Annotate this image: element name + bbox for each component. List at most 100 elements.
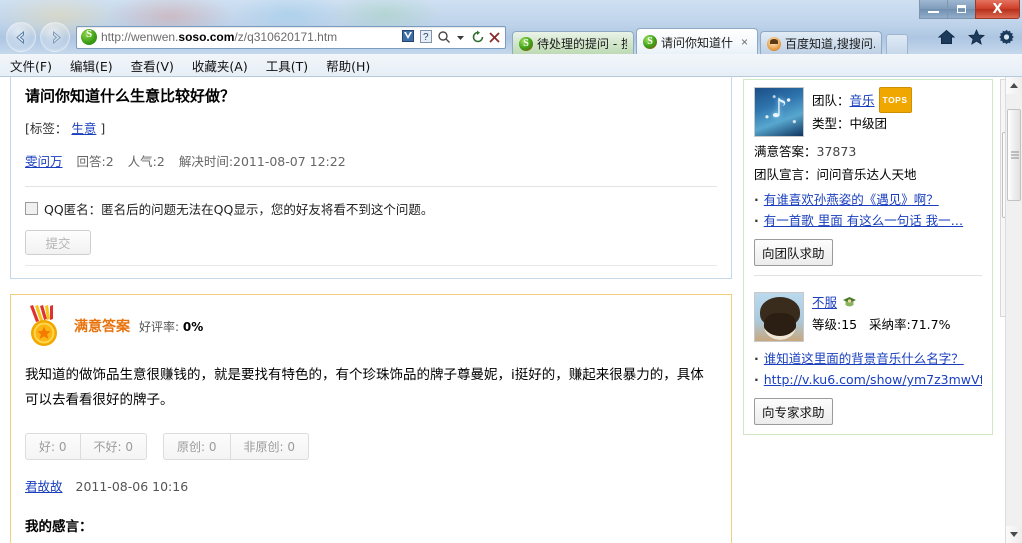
answer-header: 满意答案 好评率: 0% — [25, 305, 717, 347]
star-icon[interactable] — [966, 27, 986, 47]
divider — [25, 186, 717, 187]
team-box: 团队：音乐TOPS 类型：中级团 满意答案：37873 团队宣言：问问音乐达人天… — [743, 79, 993, 286]
refresh-icon[interactable] — [469, 29, 486, 46]
expert-user-avatar — [754, 292, 804, 342]
vote-not-original-button[interactable]: 非原创: 0 — [229, 434, 309, 459]
tag-label: [标签： — [25, 121, 68, 136]
view-count: 人气:2 — [127, 154, 165, 169]
scroll-up-arrow[interactable] — [1006, 77, 1022, 94]
team-music-avatar — [754, 87, 804, 137]
maximize-button[interactable] — [947, 0, 976, 19]
anonymous-checkbox[interactable] — [25, 202, 38, 215]
menu-item-favorites[interactable]: 收藏夹(A) — [192, 56, 248, 75]
submit-button[interactable]: 提交 — [25, 230, 91, 255]
tops-badge: TOPS — [878, 87, 912, 113]
url-text: http://wenwen.soso.com/z/q310620171.htm — [101, 30, 338, 44]
menu-item-tools[interactable]: 工具(T) — [266, 56, 308, 75]
best-answer-panel: 满意答案 好评率: 0% 我知道的做饰品生意很赚钱的，就是要找有特色的，有个珍珠… — [10, 294, 732, 543]
navigation-toolbar: http://wenwen.soso.com/z/q310620171.htm … — [0, 22, 1022, 55]
minimize-icon — [928, 10, 939, 13]
team-link-1[interactable]: 有一首歌 里面 有这么一句话 我一… — [764, 213, 963, 228]
menu-item-file[interactable]: 文件(F) — [10, 56, 52, 75]
forward-button[interactable] — [40, 22, 70, 52]
right-sidebar: 团队：音乐TOPS 类型：中级团 满意答案：37873 团队宣言：问问音乐达人天… — [743, 79, 993, 445]
list-item[interactable]: 有谁喜欢孙燕姿的《遇见》啊？ — [754, 189, 982, 210]
answer-author-row: 君故故 2011-08-06 10:16 — [25, 476, 717, 495]
question-mark-icon[interactable]: ? — [418, 29, 435, 46]
expert-link-1[interactable]: http://v.ku6.com/show/ym7z3mwVfu... — [764, 372, 982, 387]
browser-toolbar-icons — [936, 27, 1022, 47]
team-line: 团队：音乐 TOPS — [812, 87, 982, 113]
scrollbar-thumb[interactable] — [1007, 109, 1021, 201]
menu-bar: 文件(F) 编辑(E) 查看(V) 收藏夹(A) 工具(T) 帮助(H) — [0, 54, 1022, 77]
minimize-button[interactable] — [919, 0, 948, 19]
question-panel: 请问你知道什么生意比较好做？ [标签： 生意 ] 雯问万 回答:2 人气:2 解… — [10, 77, 732, 279]
team-head: 团队：音乐TOPS 类型：中级团 — [754, 87, 982, 137]
anonymous-row: QQ匿名：匿名后的问题无法在QQ显示，您的好友将看不到这个问题。 — [25, 199, 717, 218]
tab-0[interactable]: 待处理的提问 - 搜... — [512, 31, 634, 55]
scrollbar-grip — [1011, 151, 1019, 159]
left-column: 请问你知道什么生意比较好做？ [标签： 生意 ] 雯问万 回答:2 人气:2 解… — [10, 77, 732, 543]
graduate-cap-icon — [842, 295, 857, 309]
vote-original-button[interactable]: 原创: 0 — [164, 434, 230, 459]
stop-icon[interactable] — [486, 29, 503, 46]
team-link-0[interactable]: 有谁喜欢孙燕姿的《遇见》啊？ — [764, 192, 939, 207]
tab-close-icon[interactable]: × — [738, 36, 751, 49]
expert-link-0[interactable]: 谁知道这里面的背景音乐什么名字？ — [764, 351, 964, 366]
address-bar[interactable]: http://wenwen.soso.com/z/q310620171.htm … — [76, 25, 506, 49]
team-name-link[interactable]: 音乐 — [850, 93, 875, 108]
divider — [754, 275, 982, 276]
back-button[interactable] — [6, 22, 36, 52]
ask-expert-button[interactable]: 向专家求助 — [754, 398, 833, 425]
tab-2[interactable]: 百度知道,搜搜问... — [760, 31, 882, 55]
tab-label: 请问你知道什... — [661, 35, 733, 50]
vote-bad-button[interactable]: 不好: 0 — [79, 434, 147, 459]
expert-links: 谁知道这里面的背景音乐什么名字？ http://v.ku6.com/show/y… — [754, 348, 982, 390]
page-scrollbar[interactable] — [1005, 77, 1022, 543]
vote-good-button[interactable]: 好: 0 — [26, 434, 80, 459]
menu-item-help[interactable]: 帮助(H) — [326, 56, 370, 75]
menu-item-view[interactable]: 查看(V) — [131, 56, 174, 75]
answer-count: 回答:2 — [76, 154, 114, 169]
list-item[interactable]: http://v.ku6.com/show/ym7z3mwVfu... — [754, 369, 982, 390]
search-icon[interactable] — [435, 29, 452, 46]
originality-vote-group: 原创: 0 非原创: 0 — [163, 433, 309, 460]
remark-title: 我的感言： — [25, 519, 93, 535]
expert-box: 不服 等级:15 采纳率:71.7% 谁知道这里面的背景音乐什么名字？ http… — [743, 285, 993, 435]
new-tab-button[interactable] — [886, 34, 908, 55]
team-head-text: 团队：音乐 TOPS 类型：中级团 — [812, 87, 982, 137]
team-links: 有谁喜欢孙燕姿的《遇见》啊？ 有一首歌 里面 有这么一句话 我一… — [754, 189, 982, 231]
gear-icon[interactable] — [996, 27, 1016, 47]
question-meta: 雯问万 回答:2 人气:2 解决时间:2011-08-07 12:22 — [25, 151, 717, 170]
close-button[interactable]: X — [975, 0, 1020, 19]
menu-item-edit[interactable]: 编辑(E) — [70, 56, 113, 75]
window-controls: X — [919, 0, 1020, 19]
page-content: 请问你知道什么生意比较好做？ [标签： 生意 ] 雯问万 回答:2 人气:2 解… — [0, 77, 1017, 543]
address-bar-icons: ? — [401, 29, 505, 46]
anonymous-label: QQ匿名：匿名后的问题无法在QQ显示，您的好友将看不到这个问题。 — [44, 202, 434, 217]
list-item[interactable]: 谁知道这里面的背景音乐什么名字？ — [754, 348, 982, 369]
list-item[interactable]: 有一首歌 里面 有这么一句话 我一… — [754, 210, 982, 231]
medal-icon — [30, 305, 57, 346]
tab-label: 待处理的提问 - 搜... — [537, 37, 627, 51]
expert-stats-line: 等级:15 采纳率:71.7% — [812, 317, 951, 332]
expert-name-link[interactable]: 不服 — [812, 295, 837, 310]
asker-link[interactable]: 雯问万 — [25, 154, 63, 169]
tag-line: [标签： 生意 ] — [25, 118, 717, 137]
tab-1-active[interactable]: 请问你知道什... × — [636, 28, 758, 55]
tab-strip: 待处理的提问 - 搜... 请问你知道什... × 百度知道,搜搜问... — [512, 22, 908, 55]
forward-arrow-icon — [52, 30, 61, 44]
ask-team-button[interactable]: 向团队求助 — [754, 239, 833, 266]
compatibility-view-icon[interactable] — [401, 29, 418, 46]
team-type-line: 类型：中级团 — [812, 116, 888, 131]
answer-author-link[interactable]: 君故故 — [25, 479, 63, 494]
page-viewport: 请问你知道什么生意比较好做？ [标签： 生意 ] 雯问万 回答:2 人气:2 解… — [0, 77, 1022, 543]
team-declaration: 团队宣言：问问音乐达人天地 — [754, 167, 917, 182]
tag-close: ] — [100, 121, 106, 136]
scroll-down-arrow[interactable] — [1006, 526, 1022, 543]
quality-vote-group: 好: 0 不好: 0 — [25, 433, 147, 460]
home-icon[interactable] — [936, 27, 956, 47]
best-answer-label: 满意答案 — [74, 319, 130, 335]
chevron-down-icon[interactable] — [452, 29, 469, 46]
tag-link[interactable]: 生意 — [71, 121, 96, 136]
